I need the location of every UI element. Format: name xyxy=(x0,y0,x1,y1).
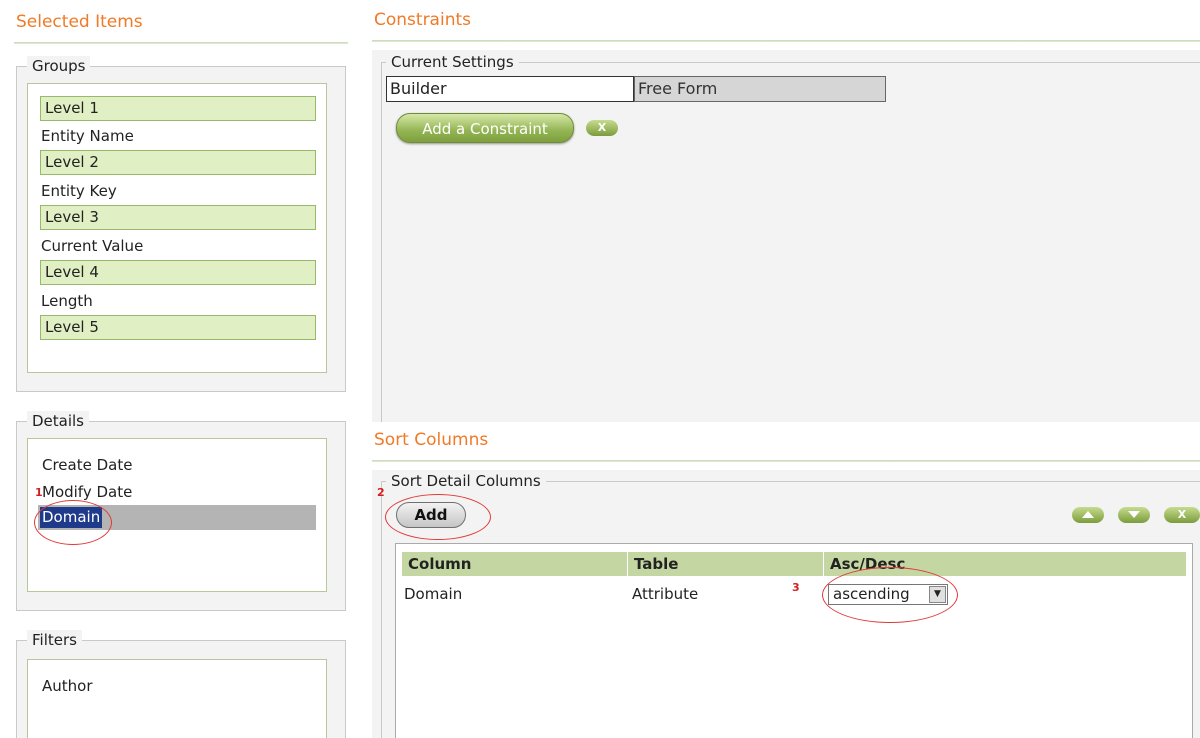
constraints-rule xyxy=(372,40,1200,42)
arrow-down-icon xyxy=(1128,511,1140,518)
group-row-entity-key[interactable]: Entity Key xyxy=(41,181,117,201)
annotation-circle-2 xyxy=(385,494,491,540)
details-item-modify-date[interactable]: Modify Date xyxy=(42,482,132,502)
annotation-number-2: 2 xyxy=(377,486,385,499)
filters-item-author[interactable]: Author xyxy=(42,676,93,696)
selected-items-title: Selected Items xyxy=(16,12,143,32)
header-table[interactable]: Table xyxy=(628,552,824,576)
groups-fieldset: Groups Level 1 Entity Name Level 2 Entit… xyxy=(16,56,346,392)
filters-list[interactable]: Author xyxy=(27,659,327,738)
cell-column: Domain xyxy=(404,585,463,603)
remove-constraint-button[interactable]: X xyxy=(586,120,618,136)
group-row-level-4[interactable]: Level 4 xyxy=(40,260,316,285)
filters-fieldset: Filters Author xyxy=(16,630,346,738)
tab-builder[interactable]: Builder xyxy=(386,76,634,102)
header-column[interactable]: Column xyxy=(402,552,628,576)
sort-table: Column Table Asc/Desc Domain Attribute a… xyxy=(395,543,1193,738)
filters-legend: Filters xyxy=(27,630,82,650)
group-row-level-2[interactable]: Level 2 xyxy=(40,150,316,175)
constraints-title: Constraints xyxy=(374,10,471,30)
group-row-level-5[interactable]: Level 5 xyxy=(40,315,316,340)
details-legend: Details xyxy=(27,411,90,431)
groups-legend: Groups xyxy=(27,56,91,76)
sort-columns-rule xyxy=(372,460,1200,462)
details-item-create-date[interactable]: Create Date xyxy=(42,455,132,475)
annotation-number-1: 1 xyxy=(35,486,43,499)
group-row-entity-name[interactable]: Entity Name xyxy=(41,126,134,146)
annotation-number-3: 3 xyxy=(792,581,800,594)
tab-free-form[interactable]: Free Form xyxy=(634,76,886,102)
groups-list[interactable]: Level 1 Entity Name Level 2 Entity Key L… xyxy=(27,83,327,373)
group-row-current-value[interactable]: Current Value xyxy=(41,236,143,256)
sort-columns-title: Sort Columns xyxy=(374,430,489,450)
group-row-length[interactable]: Length xyxy=(41,291,93,311)
arrow-up-icon xyxy=(1082,511,1094,518)
remove-constraint-label: X xyxy=(597,121,607,134)
move-up-button[interactable] xyxy=(1072,507,1104,523)
current-settings-legend: Current Settings xyxy=(386,52,519,72)
add-constraint-button[interactable]: Add a Constraint xyxy=(396,113,574,143)
group-row-level-3[interactable]: Level 3 xyxy=(40,205,316,230)
annotation-circle-3 xyxy=(822,567,958,623)
selected-items-rule xyxy=(14,42,348,44)
remove-sort-button[interactable]: X xyxy=(1164,507,1200,523)
sort-table-header: Column Table Asc/Desc xyxy=(402,552,1186,576)
sort-detail-legend: Sort Detail Columns xyxy=(386,471,546,491)
cell-table: Attribute xyxy=(632,585,699,603)
group-row-level-1[interactable]: Level 1 xyxy=(40,96,316,121)
remove-sort-label: X xyxy=(1177,508,1187,521)
move-down-button[interactable] xyxy=(1118,507,1150,523)
annotation-circle-1 xyxy=(34,500,112,545)
